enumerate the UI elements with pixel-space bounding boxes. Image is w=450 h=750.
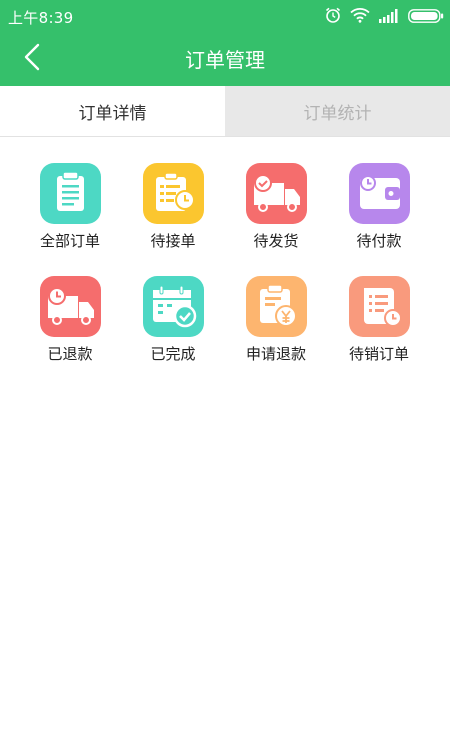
chevron-left-icon: [23, 43, 41, 75]
page-title: 订单管理: [185, 48, 265, 72]
pending-payment-item[interactable]: 待付款: [329, 160, 429, 260]
refunded-item[interactable]: 已退款: [20, 273, 120, 373]
item-label: 待发货: [253, 232, 299, 250]
refund-request-item[interactable]: 申请退款: [226, 273, 326, 373]
delivery-truck-clock-icon: [40, 276, 101, 337]
nav-bar: 订单管理: [0, 31, 450, 86]
app-header: 上午8:39 订单管理: [0, 0, 450, 86]
item-label: 待付款: [356, 232, 402, 250]
back-button[interactable]: [12, 39, 52, 79]
signal-icon: [378, 8, 400, 27]
tab-order-details[interactable]: 订单详情: [0, 86, 225, 136]
all-orders-item[interactable]: 全部订单: [20, 160, 120, 260]
clipboard-yen-icon: [246, 276, 307, 337]
checklist-clock-icon: [143, 163, 204, 224]
status-bar: 上午8:39: [0, 0, 450, 31]
item-label: 待接单: [150, 232, 196, 250]
item-label: 已退款: [47, 345, 93, 363]
calendar-check-icon: [143, 276, 204, 337]
wallet-clock-icon: [349, 163, 410, 224]
clipboard-list-icon: [40, 163, 101, 224]
document-clock-icon: [349, 276, 410, 337]
alarm-icon: [324, 6, 342, 28]
status-icons: [324, 6, 444, 28]
item-label: 已完成: [150, 345, 196, 363]
pending-shipment-item[interactable]: 待发货: [226, 160, 326, 260]
status-time: 上午8:39: [8, 9, 74, 27]
item-label: 全部订单: [39, 232, 100, 250]
tab-bar: 订单详情 订单统计: [0, 86, 450, 137]
completed-item[interactable]: 已完成: [123, 273, 223, 373]
wifi-icon: [350, 7, 370, 27]
tab-order-statistics[interactable]: 订单统计: [225, 86, 450, 136]
pending-accept-item[interactable]: 待接单: [123, 160, 223, 260]
battery-icon: [408, 8, 444, 27]
grid-row: 已退款 已完成 申请退款 待销订单: [0, 273, 450, 373]
item-label: 申请退款: [245, 345, 306, 363]
delivery-truck-check-icon: [246, 163, 307, 224]
grid-row: 全部订单 待接单 待发货 待付款: [0, 160, 450, 260]
pending-sale-orders-item[interactable]: 待销订单: [329, 273, 429, 373]
item-label: 待销订单: [348, 345, 409, 363]
